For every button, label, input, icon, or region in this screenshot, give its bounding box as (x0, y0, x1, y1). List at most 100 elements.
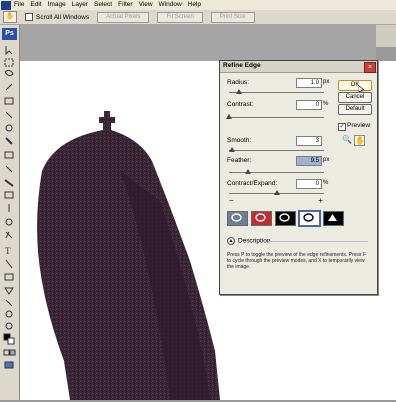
eraser-tool-icon (4, 179, 14, 187)
options-bar: ✋ Scroll All Windows Actual Pixels Fit S… (0, 10, 396, 25)
tool-icons[interactable]: T (0, 42, 19, 382)
feather-label: Feather: (227, 157, 252, 164)
standard-mode-icon (3, 349, 10, 356)
close-button[interactable]: × (364, 62, 376, 73)
slice-tool-icon (5, 111, 13, 119)
radius-slider-track[interactable] (229, 92, 324, 93)
crop-tool-icon (4, 97, 14, 105)
scroll-all-windows-label: Scroll All Windows (36, 13, 90, 21)
description-divider (268, 241, 368, 242)
menu-filter[interactable]: Filter (118, 0, 132, 10)
radius-input[interactable]: 1.0 (296, 78, 322, 88)
brush-tool-icon (5, 137, 13, 145)
workspace-background (19, 25, 376, 61)
marquee-tool-icon (4, 58, 14, 67)
standard-mode-icon (231, 213, 242, 222)
mode-quick-mask-button[interactable] (251, 211, 272, 226)
contract-minus-label: − (229, 196, 234, 205)
mask-mode-icon (328, 214, 337, 221)
menu-file[interactable]: File (14, 0, 24, 10)
preview-label: Preview (347, 122, 371, 129)
menu-help[interactable]: Help (188, 0, 201, 10)
mode-on-black-button[interactable] (275, 211, 296, 226)
toolbox: Ps T (0, 25, 20, 400)
smooth-slider-track[interactable] (229, 150, 324, 151)
radius-slider-knob[interactable] (235, 89, 242, 94)
healing-brush-icon (5, 124, 13, 132)
contract-expand-slider-knob[interactable] (273, 190, 280, 195)
dialog-title: Refine Edge (223, 62, 261, 69)
zoom-tool-icon (5, 322, 13, 330)
screen-mode-icon (4, 361, 14, 369)
path-select-icon (5, 259, 13, 269)
contrast-unit: % (323, 101, 329, 107)
type-tool-icon: T (5, 246, 11, 256)
menu-image[interactable]: Image (48, 0, 66, 10)
gradient-tool-icon (4, 191, 14, 199)
photoshop-app-icon (1, 0, 11, 10)
eyedropper-icon (5, 299, 13, 307)
smooth-slider-knob[interactable] (228, 147, 235, 152)
magic-wand-icon (5, 83, 13, 91)
feather-unit: px (323, 157, 330, 163)
pen-tool-icon (5, 231, 13, 239)
contract-plus-label: + (318, 196, 323, 205)
smooth-input[interactable]: 3 (296, 136, 322, 146)
expand-icon: ▲ (227, 237, 235, 245)
notes-tool-icon (4, 287, 14, 295)
cancel-button[interactable]: Cancel (338, 92, 372, 103)
mode-on-white-button[interactable] (298, 210, 321, 227)
ok-button[interactable]: OK (338, 80, 372, 91)
hand-tool-icon[interactable]: ✋ (3, 11, 17, 23)
fit-screen-button[interactable]: Fit Screen (157, 11, 203, 23)
hand-tool-icon-2 (5, 310, 13, 318)
refine-edge-dialog: Refine Edge × Radius: 1.0 px Contrast: 0… (219, 60, 378, 295)
lasso-tool-icon (4, 69, 14, 77)
ps-logo[interactable]: Ps (2, 28, 17, 40)
feather-slider-track[interactable] (229, 172, 324, 173)
contract-expand-unit: % (323, 180, 329, 186)
contrast-input[interactable]: 0 (296, 100, 322, 110)
contract-expand-label: Contract/Expand: (227, 180, 278, 187)
scroll-all-windows-checkbox[interactable] (25, 13, 33, 21)
contrast-slider-knob[interactable] (226, 114, 232, 119)
quick-mask-icon (9, 349, 16, 356)
zoom-icon[interactable]: 🔍 (342, 135, 352, 144)
contrast-slider-track[interactable] (229, 117, 324, 118)
print-size-button[interactable]: Print Size (210, 11, 255, 23)
description-text: Press P to toggle the preview of the edg… (227, 252, 366, 270)
feather-slider-knob[interactable] (245, 169, 251, 174)
smooth-label: Smooth: (227, 137, 252, 144)
menu-bar: File Edit Image Layer Select Filter View… (0, 0, 396, 10)
mode-standard-button[interactable] (227, 211, 248, 226)
feather-input[interactable]: 9.5 (296, 156, 322, 166)
contract-expand-input[interactable]: 0 (296, 179, 322, 189)
background-color-icon (7, 337, 15, 345)
radius-label: Radius: (227, 79, 250, 86)
palette-well[interactable] (375, 25, 396, 47)
description-toggle[interactable]: ▲ Description (227, 237, 271, 245)
menu-view[interactable]: View (139, 0, 153, 10)
contrast-label: Contrast: (227, 101, 254, 108)
menu-select[interactable]: Select (94, 0, 112, 10)
stamp-tool-icon (4, 151, 14, 159)
dodge-tool-icon (5, 218, 13, 226)
history-brush-icon (5, 165, 13, 173)
move-tool-icon (5, 46, 13, 56)
description-label: Description (238, 237, 271, 245)
mode-mask-button[interactable] (323, 211, 344, 226)
radius-unit: px (323, 79, 330, 85)
on-white-mode-icon (303, 213, 314, 222)
dialog-title-bar[interactable]: Refine Edge × (220, 61, 377, 73)
menu-edit[interactable]: Edit (30, 0, 41, 10)
quick-mask-mode-icon (255, 213, 266, 222)
menu-layer[interactable]: Layer (72, 0, 88, 10)
preview-checkbox[interactable]: ✓ (338, 123, 346, 131)
default-button[interactable]: Default (338, 104, 372, 115)
shape-tool-icon (4, 273, 14, 281)
hand-icon[interactable]: ✋ (354, 135, 365, 146)
on-black-mode-icon (279, 213, 290, 222)
actual-pixels-button[interactable]: Actual Pixels (97, 11, 150, 23)
menu-window[interactable]: Window (159, 0, 182, 10)
preview-mode-group (227, 210, 347, 227)
